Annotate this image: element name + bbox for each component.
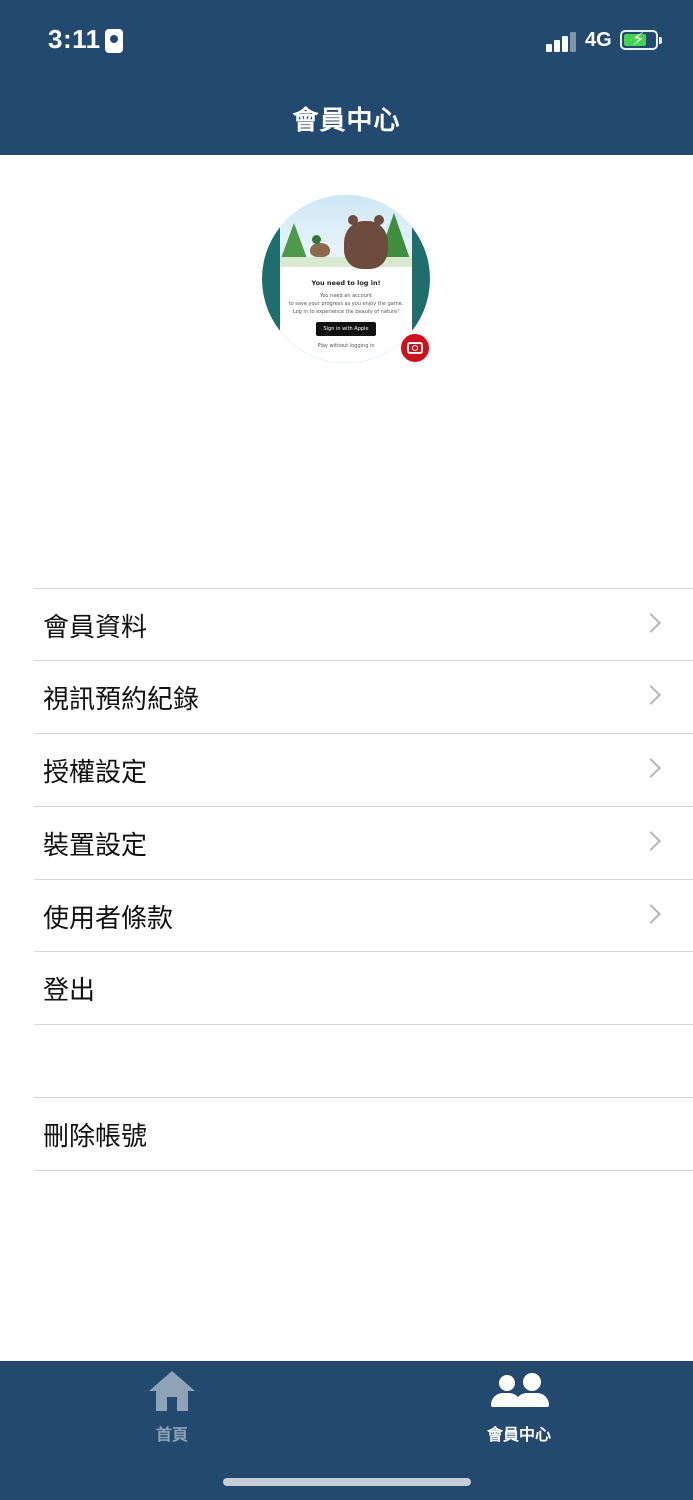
members-icon — [489, 1373, 549, 1413]
avatar-image: You need to log in! You need an account … — [280, 195, 412, 363]
camera-icon — [407, 342, 423, 354]
menu-item-label: 刪除帳號 — [43, 1122, 148, 1152]
home-icon — [149, 1371, 195, 1413]
contact-card-icon — [105, 29, 123, 53]
avatar-card-title: You need to log in! — [311, 279, 381, 287]
menu-item-member-info[interactable]: 會員資料 — [34, 588, 693, 661]
app-header: 3:11 4G ⚡ 會員中心 — [0, 0, 693, 155]
menu-divider — [34, 1024, 693, 1025]
menu-item-logout[interactable]: 登出 — [34, 951, 693, 1024]
menu-item-terms-of-use[interactable]: 使用者條款 — [34, 879, 693, 952]
page-title: 會員中心 — [292, 106, 401, 136]
avatar-card-skip-text: Play without logging in — [317, 343, 375, 349]
menu-item-video-appointments[interactable]: 視訊預約紀錄 — [34, 660, 693, 733]
battery-icon: ⚡ — [620, 29, 662, 50]
menu-item-label: 視訊預約紀錄 — [43, 685, 200, 715]
menu-divider — [34, 1170, 693, 1171]
duck-illustration — [310, 235, 330, 257]
chevron-right-icon — [641, 685, 661, 705]
menu-item-authorization-settings[interactable]: 授權設定 — [34, 733, 693, 806]
status-time: 3:11 — [48, 24, 101, 54]
change-avatar-button[interactable] — [399, 332, 431, 364]
tab-member-center[interactable]: 會員中心 — [419, 1361, 619, 1451]
avatar-card-body: You need an account to save your progres… — [288, 293, 404, 315]
home-indicator[interactable] — [223, 1478, 471, 1486]
menu-item-delete-account[interactable]: 刪除帳號 — [34, 1097, 693, 1170]
menu-item-label: 登出 — [43, 976, 96, 1006]
chevron-right-icon — [641, 904, 661, 924]
avatar-card-apple-button: Sign in with Apple — [316, 322, 376, 336]
menu-item-label: 會員資料 — [43, 613, 148, 643]
tab-label: 首頁 — [155, 1425, 188, 1444]
chevron-right-icon — [641, 758, 661, 778]
tab-label: 會員中心 — [486, 1425, 551, 1444]
network-type: 4G — [585, 29, 612, 51]
menu-item-device-settings[interactable]: 裝置設定 — [34, 806, 693, 879]
menu-item-label: 裝置設定 — [43, 831, 148, 861]
chevron-right-icon — [641, 831, 661, 851]
tree-illustration — [280, 223, 308, 261]
charging-bolt-icon: ⚡ — [632, 29, 645, 50]
cellular-signal-icon — [546, 30, 578, 52]
menu-item-label: 使用者條款 — [43, 904, 174, 934]
chevron-right-icon — [641, 613, 661, 633]
menu-item-label: 授權設定 — [43, 758, 148, 788]
bear-illustration — [344, 215, 388, 269]
tab-home[interactable]: 首頁 — [72, 1361, 272, 1451]
